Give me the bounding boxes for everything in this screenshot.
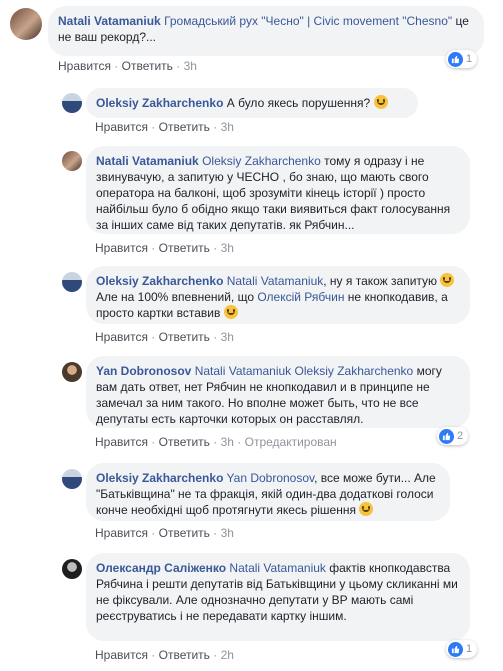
comment-author[interactable]: Natali Vatamaniuk <box>96 154 199 168</box>
edited-label[interactable]: Отредактирован <box>245 435 337 449</box>
reaction-count-badge[interactable]: 1 <box>446 50 478 68</box>
reply-button[interactable]: Ответить <box>122 59 173 73</box>
comment-bubble: Олександр Саліженко Natali Vatamaniuk фа… <box>86 553 470 641</box>
like-button[interactable]: Нравится <box>95 648 148 662</box>
comment-author[interactable]: Oleksiy Zakharchenko <box>96 274 223 288</box>
like-button[interactable]: Нравится <box>95 241 148 255</box>
comment-time[interactable]: 3h <box>221 241 234 255</box>
reply-button[interactable]: Ответить <box>159 648 210 662</box>
comment-time[interactable]: 3h <box>184 59 197 73</box>
reply-button[interactable]: Ответить <box>159 526 210 540</box>
like-button[interactable]: Нравится <box>58 59 111 73</box>
comment-actions: Нравится · Ответить · 3h · Отредактирова… <box>95 435 337 449</box>
avatar[interactable] <box>62 469 82 489</box>
like-icon <box>439 428 454 444</box>
reply-button[interactable]: Ответить <box>159 435 210 449</box>
comment-author[interactable]: Oleksiy Zakharchenko <box>96 471 223 485</box>
comment-actions: Нравится · Ответить · 3h <box>95 120 234 134</box>
avatar[interactable] <box>62 362 82 382</box>
comment-author[interactable]: Natali Vatamaniuk <box>58 14 161 28</box>
comment-time[interactable]: 3h <box>221 526 234 540</box>
like-button[interactable]: Нравится <box>95 330 148 344</box>
like-button[interactable]: Нравится <box>95 435 148 449</box>
comment-text: , ну я також запитую <box>323 274 438 288</box>
avatar[interactable] <box>62 559 82 579</box>
comment-bubble: Oleksiy Zakharchenko Yan Dobronosov, все… <box>86 463 450 521</box>
avatar[interactable] <box>62 93 82 113</box>
reaction-count: 1 <box>466 53 473 65</box>
comment-time[interactable]: 3h <box>221 330 234 344</box>
comment-time[interactable]: 3h <box>221 435 234 449</box>
smiley-emoji-icon <box>440 273 455 287</box>
reply-button[interactable]: Ответить <box>159 120 210 134</box>
comment-mention[interactable]: Громадський рух "Чесно" | Civic movement… <box>164 14 452 28</box>
comment-mention[interactable]: Олексій Рябчин <box>257 290 344 304</box>
comment-mention[interactable]: Oleksiy Zakharchenko <box>202 154 321 168</box>
comment-actions: Нравится · Ответить · 3h <box>95 526 234 540</box>
like-icon <box>448 641 463 657</box>
comment-bubble: Oleksiy Zakharchenko А було якесь поруше… <box>86 88 418 118</box>
comment-actions: Нравится · Ответить · 2h <box>95 648 234 662</box>
reaction-count: 2 <box>457 430 464 442</box>
avatar[interactable] <box>62 272 82 292</box>
comment-bubble: Oleksiy Zakharchenko Natali Vatamaniuk, … <box>86 266 470 324</box>
comment-author[interactable]: Yan Dobronosov <box>96 364 191 378</box>
reaction-count-badge[interactable]: 2 <box>437 427 469 445</box>
like-button[interactable]: Нравится <box>95 120 148 134</box>
comment-mention[interactable]: Natali Vatamaniuk <box>227 274 324 288</box>
comment-bubble: Natali Vatamaniuk Громадський рух "Чесно… <box>48 6 484 56</box>
smiley-emoji-icon <box>359 502 374 516</box>
comment-mention[interactable]: Natali Vatamaniuk <box>229 561 326 575</box>
smiley-emoji-icon <box>373 95 388 109</box>
comment-mention[interactable]: Yan Dobronosov <box>227 471 315 485</box>
reply-button[interactable]: Ответить <box>159 241 210 255</box>
avatar[interactable] <box>62 151 82 171</box>
reply-button[interactable]: Ответить <box>159 330 210 344</box>
like-button[interactable]: Нравится <box>95 526 148 540</box>
reaction-count-badge[interactable]: 1 <box>446 640 478 658</box>
reaction-count: 1 <box>466 643 473 655</box>
comment-actions: Нравится · Ответить · 3h <box>58 59 197 73</box>
comment-actions: Нравится · Ответить · 3h <box>95 330 234 344</box>
comment-text: А було якесь порушення? <box>226 96 371 110</box>
comment-author[interactable]: Oleksiy Zakharchenko <box>96 96 223 110</box>
comment-time[interactable]: 2h <box>221 648 234 662</box>
avatar[interactable] <box>10 8 42 40</box>
comment-bubble: Yan Dobronosov Natali Vatamaniuk Oleksiy… <box>86 356 470 428</box>
comment-bubble: Natali Vatamaniuk Oleksiy Zakharchenko т… <box>86 146 470 234</box>
like-icon <box>448 51 463 67</box>
smiley-emoji-icon <box>223 305 238 319</box>
comment-time[interactable]: 3h <box>221 120 234 134</box>
comment-author[interactable]: Олександр Саліженко <box>96 561 226 575</box>
comment-mention[interactable]: Natali Vatamaniuk Oleksiy Zakharchenko <box>195 364 414 378</box>
comment-actions: Нравится · Ответить · 3h <box>95 241 234 255</box>
